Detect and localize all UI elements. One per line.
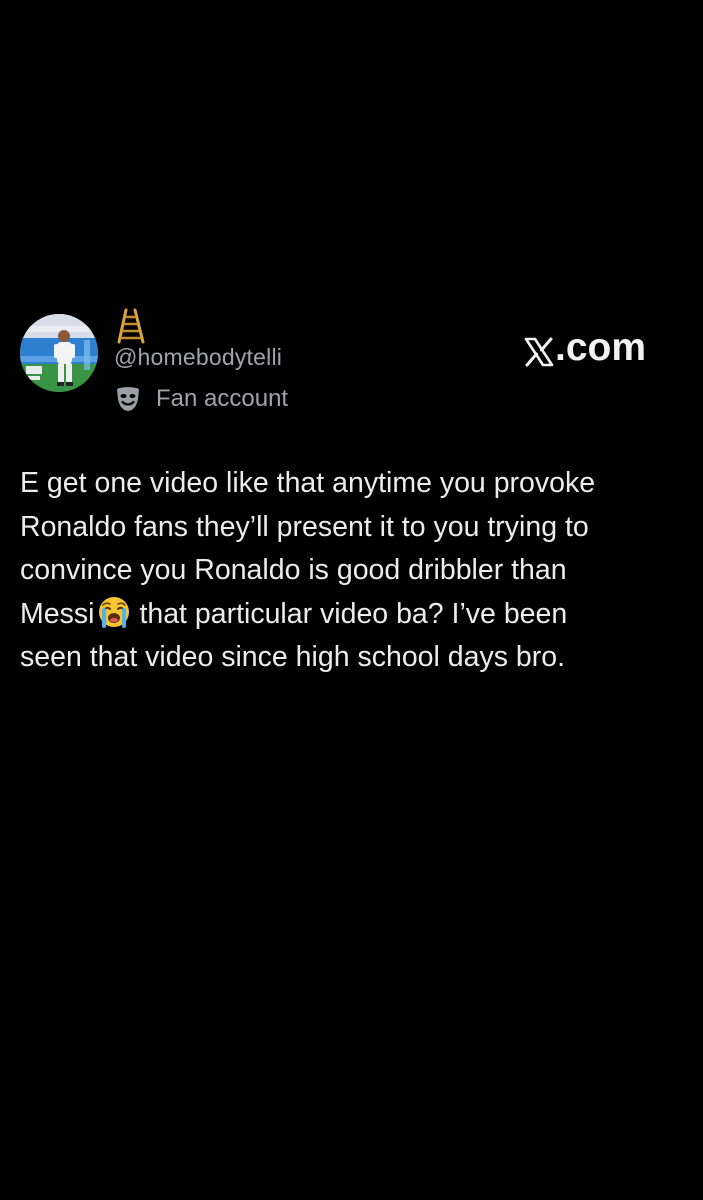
performing-arts-mask-icon [114,385,142,413]
post-card: @homebodytelli Fan account .com E get on… [0,0,703,1200]
tweet-line-4-end: that particular video ba? I’ve been [139,597,568,630]
tweet-line-4-start: Messi [20,597,95,630]
loudly-crying-face-emoji-icon [97,595,131,629]
tweet-line-2: Ronaldo fans they’ll present it to you t… [20,510,589,543]
soccer-player-avatar-image [20,314,98,392]
brand-domain-text: .com [555,326,647,369]
tweet-line-1: E get one video like that anytime you pr… [20,467,596,499]
fan-account-label: Fan account [156,385,289,412]
fan-account-badge: Fan account [114,384,288,414]
brand-watermark: .com [524,326,646,370]
tweet-line-5: seen that video since high school days b… [20,641,566,673]
ladder-emoji-icon [116,308,146,344]
tweet-line-4: Messi that particular video ba? I’ve bee… [20,593,692,637]
tweet-body: E get one video like that anytime you pr… [20,462,692,680]
tweet-line-3: convince you Ronaldo is good dribbler th… [20,554,567,586]
author-handle[interactable]: @homebodytelli [114,344,282,371]
avatar[interactable] [20,314,98,392]
x-logo-icon [524,333,554,367]
